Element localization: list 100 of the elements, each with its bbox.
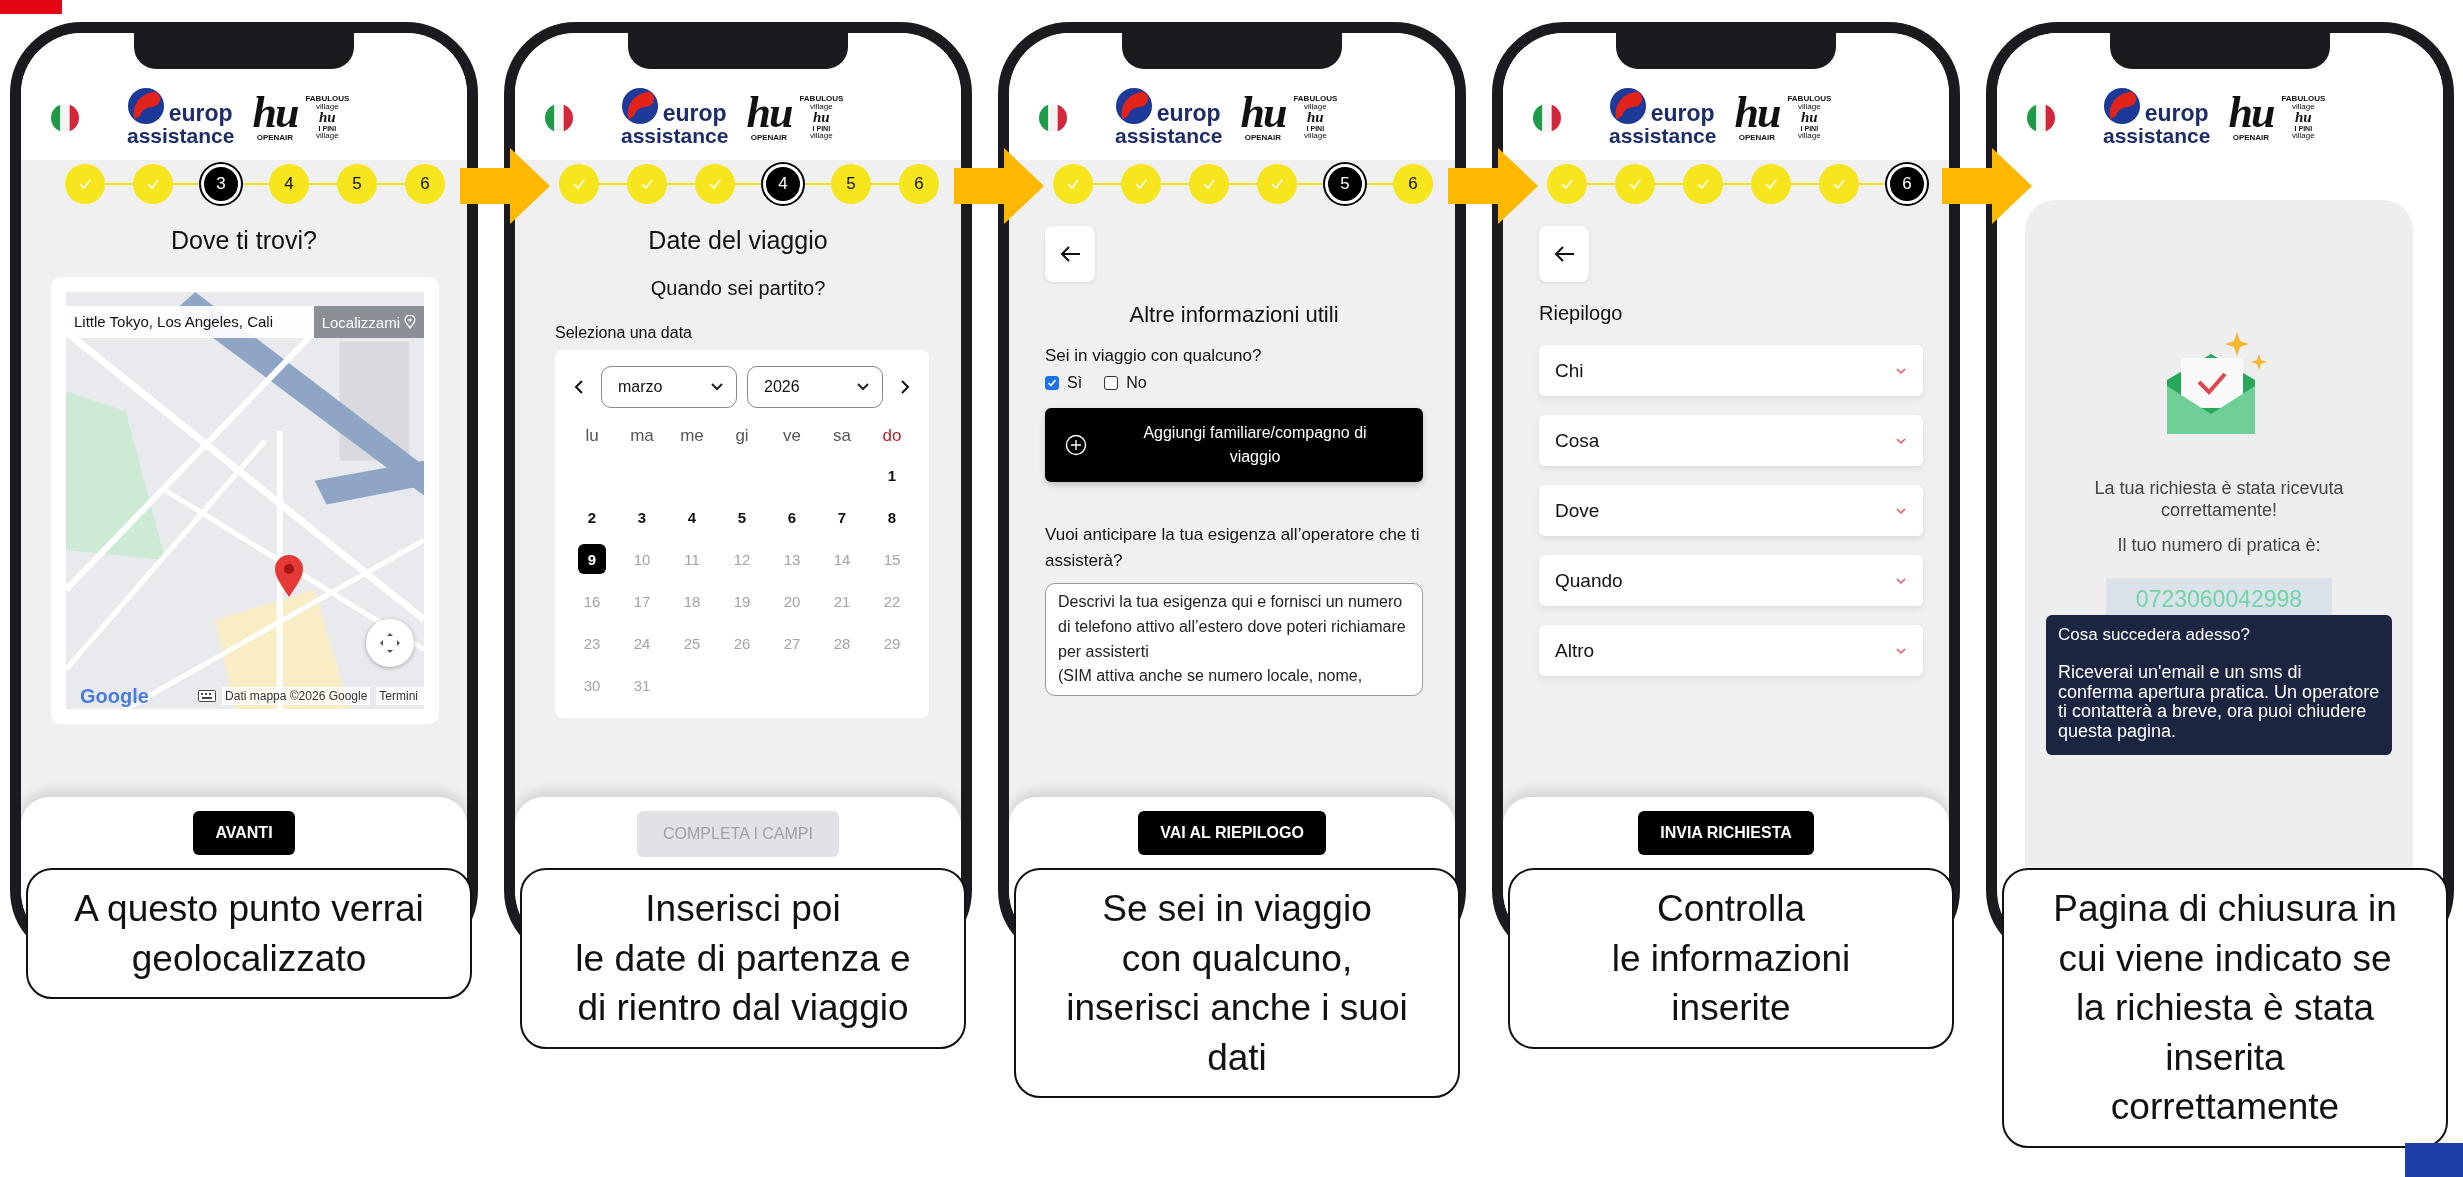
logo-text: assistance <box>1115 125 1223 148</box>
calendar-day: 31 <box>628 670 656 700</box>
calendar-day[interactable]: 8 <box>878 502 906 532</box>
calendar-day: 11 <box>678 544 706 574</box>
address-field[interactable]: Little Tokyo, Los Angeles, Cali <box>66 306 314 338</box>
logo-text: europ <box>1650 102 1716 126</box>
weekday-label: me <box>679 425 705 447</box>
calendar-day: 15 <box>878 544 906 574</box>
calendar-day[interactable]: 3 <box>628 502 656 532</box>
accordion-item[interactable]: Quando <box>1539 555 1923 606</box>
corner-mark <box>0 0 62 14</box>
calendar-day[interactable]: 1 <box>878 460 906 490</box>
weekday-label: ma <box>629 425 655 447</box>
check-icon <box>572 177 586 191</box>
calendar-day[interactable]: 2 <box>578 502 606 532</box>
logo-text: europ <box>2144 102 2210 126</box>
accordion-label: Altro <box>1555 639 1595 662</box>
calendar-day: 25 <box>678 628 706 658</box>
accordion-item[interactable]: Chi <box>1539 345 1923 396</box>
back-button[interactable] <box>1539 226 1589 282</box>
calendar-day[interactable]: 5 <box>728 502 756 532</box>
location-pin-icon <box>404 315 416 329</box>
check-icon <box>146 177 160 191</box>
checkbox[interactable] <box>1104 376 1119 390</box>
chevron-icon <box>1895 366 1907 375</box>
caption-box: Se sei in viaggio con qualcuno, inserisci anche i suoi dati <box>1014 868 1460 1099</box>
section-title: Riepilogo <box>1539 302 1624 325</box>
weekday-label: sa <box>832 425 852 447</box>
accordion-item[interactable]: Altro <box>1539 625 1923 676</box>
logo-text: hu <box>746 93 792 133</box>
logo-text: europ <box>1156 102 1222 126</box>
calendar-day: 30 <box>578 670 606 700</box>
logo-text: hu <box>1801 111 1818 125</box>
step-indicator: 6 <box>1393 164 1433 204</box>
logo-text: FABULOUS <box>1787 95 1832 104</box>
weekday-label: gi <box>734 425 750 447</box>
flag-icon[interactable] <box>545 103 573 132</box>
calendar-day[interactable]: 7 <box>828 502 856 532</box>
keyboard-icon[interactable] <box>198 690 217 702</box>
logo-text: assistance <box>621 125 729 148</box>
logo-text: village <box>1304 131 1327 140</box>
continue-button[interactable]: INVIA RICHIESTA <box>1638 811 1814 855</box>
logo-text: hu <box>2228 93 2274 133</box>
calendar-day[interactable]: 4 <box>678 502 706 532</box>
flag-icon[interactable] <box>1039 103 1067 132</box>
caption-box: A questo punto verrai geolocalizzato <box>26 868 472 1000</box>
chevron-down-icon <box>856 382 870 392</box>
logo-text: hu <box>319 111 336 125</box>
logo-text: hu <box>1734 93 1780 133</box>
calendar-day: 17 <box>628 586 656 616</box>
accordion-item[interactable]: Dove <box>1539 485 1923 536</box>
flag-icon[interactable] <box>1533 103 1561 132</box>
question-text: Sei in viaggio con qualcuno? <box>1045 346 1263 366</box>
chevron-right-icon <box>898 380 912 394</box>
year-select[interactable]: 2026 <box>747 366 883 408</box>
caption-box: Inserisci poi le date di partenza e di rientro dal viaggio <box>520 868 966 1049</box>
chevron-left-icon <box>572 380 586 394</box>
calendar-day: 26 <box>728 628 756 658</box>
calendar-day[interactable]: 9 <box>578 544 606 574</box>
logo-text: village <box>2292 103 2315 112</box>
continue-button[interactable]: VAI AL RIEPILOGO <box>1138 811 1326 855</box>
logo-text: FABULOUS <box>2281 95 2326 104</box>
logo-text: OPENAIR <box>256 132 294 142</box>
logo-text: OPENAIR <box>750 132 788 142</box>
check-icon <box>640 177 654 191</box>
flag-icon[interactable] <box>51 103 79 132</box>
check-icon <box>1066 177 1080 191</box>
continue-button[interactable]: AVANTI <box>193 811 295 855</box>
logo-text: OPENAIR <box>1244 132 1282 142</box>
chevron-icon <box>1895 436 1907 445</box>
check-icon <box>1560 177 1574 191</box>
month-select[interactable]: marzo <box>601 366 737 408</box>
logo-text: OPENAIR <box>1738 132 1776 142</box>
flag-icon[interactable] <box>2027 103 2055 132</box>
step-indicator: 5 <box>337 164 377 204</box>
arrow-icon <box>1448 148 1538 224</box>
check-icon <box>1696 177 1710 191</box>
accordion-item[interactable]: Cosa <box>1539 415 1923 466</box>
logo-text: FABULOUS <box>305 95 350 104</box>
calendar-day[interactable]: 6 <box>778 502 806 532</box>
check-icon <box>1628 177 1642 191</box>
logo-text: hu <box>1240 93 1286 133</box>
logo-text: hu <box>1307 111 1324 125</box>
logo-text: village <box>2292 131 2315 140</box>
back-button[interactable] <box>1045 226 1095 282</box>
terms-link[interactable]: Termini <box>376 687 424 705</box>
select-value: marzo <box>618 378 663 396</box>
check-icon <box>78 177 92 191</box>
add-companion-button[interactable]: Aggiungi familiare/compagno di viaggio <box>1045 408 1423 482</box>
calendar-day: 27 <box>778 628 806 658</box>
step-indicator: 6 <box>899 164 939 204</box>
checkbox[interactable] <box>1045 376 1059 390</box>
message-field[interactable]: Descrivi la tua esigenza qui e fornisci un numero di telefono attivo all’estero dove poteri richiamare per assisterti (SIM attiva anche se numero locale, nome, <box>1045 583 1423 697</box>
logo-text: village <box>1798 103 1821 112</box>
check-icon <box>1764 177 1778 191</box>
confirmation-message: La tua richiesta è stata ricevuta correttamente! <box>2093 478 2345 522</box>
logo-text: FABULOUS <box>799 95 844 104</box>
logo-text: village <box>1798 131 1821 140</box>
caption-box: Controlla le informazioni inserite <box>1508 868 1954 1049</box>
weekday-label: do <box>881 425 903 447</box>
